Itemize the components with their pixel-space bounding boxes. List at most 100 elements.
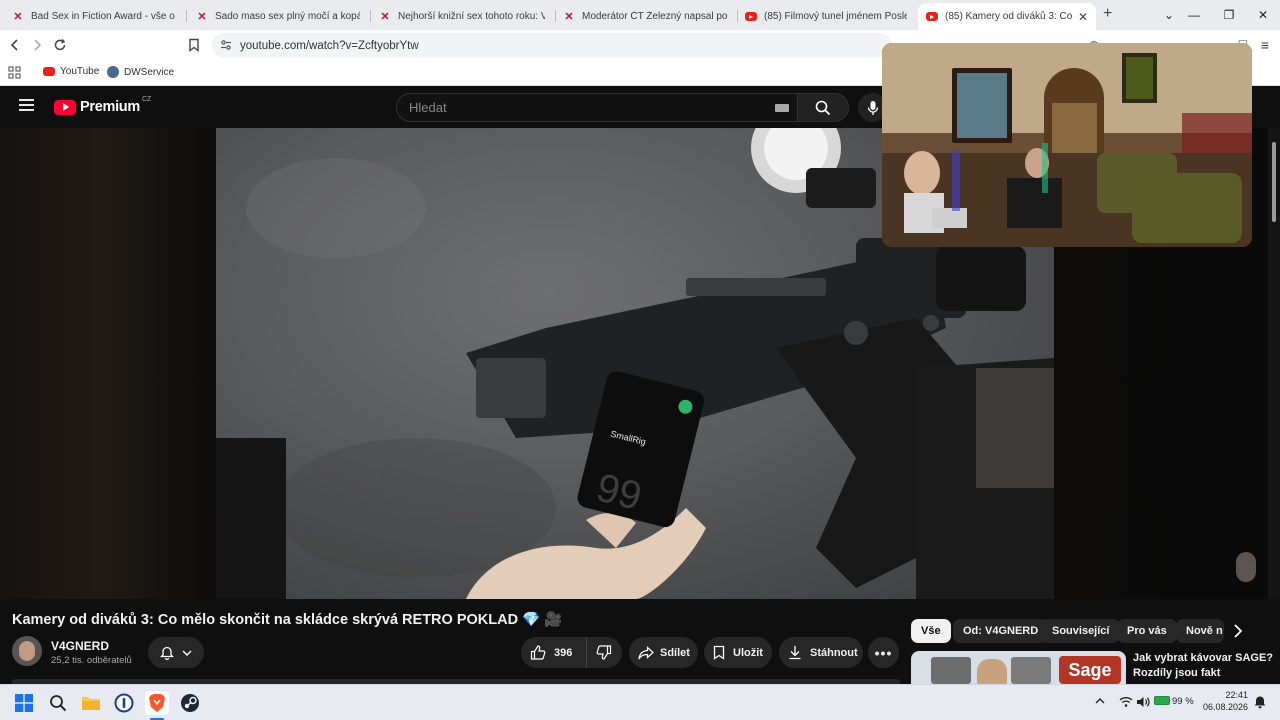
tab-title: Nejhorší knižní sex tohoto roku: Vyh bbox=[398, 11, 545, 22]
x-icon: ✕ bbox=[197, 11, 207, 23]
chevron-right-icon[interactable] bbox=[1226, 621, 1248, 646]
more-horizontal-icon: ••• bbox=[874, 644, 893, 661]
clock[interactable]: 22:41 06.08.2026 bbox=[1200, 689, 1248, 713]
wifi-icon[interactable] bbox=[1119, 695, 1133, 713]
keyboard-icon[interactable] bbox=[775, 104, 789, 112]
pip-video-content bbox=[882, 43, 1252, 247]
chip-new[interactable]: Nově n bbox=[1176, 619, 1224, 643]
windows-taskbar: 99 % 22:41 06.08.2026 bbox=[0, 684, 1280, 720]
tab-title: (85) Kamery od diváků 3: Co mě bbox=[945, 11, 1072, 22]
browser-tab-active[interactable]: (85) Kamery od diváků 3: Co mě ✕ bbox=[918, 3, 1096, 30]
chip-from-channel[interactable]: Od: V4GNERD bbox=[953, 619, 1049, 643]
minimize-icon[interactable]: — bbox=[1177, 0, 1211, 30]
region-label: CZ bbox=[141, 95, 152, 103]
save-button[interactable]: Uložit bbox=[704, 637, 772, 668]
file-explorer-icon[interactable] bbox=[79, 691, 103, 715]
site-settings-icon[interactable] bbox=[220, 39, 232, 54]
notification-bell-icon[interactable] bbox=[1253, 694, 1267, 714]
chevron-down-icon bbox=[182, 650, 192, 656]
tray-chevron-up-icon[interactable] bbox=[1094, 695, 1106, 709]
bell-icon bbox=[160, 646, 174, 660]
picture-in-picture-player[interactable] bbox=[882, 43, 1252, 247]
password-manager-icon[interactable] bbox=[112, 691, 136, 715]
browser-tab[interactable]: ✕ Sado maso sex plný močí a kopání d bbox=[188, 3, 368, 30]
recommendation-thumbnail[interactable]: Sage bbox=[911, 651, 1126, 684]
steam-icon[interactable] bbox=[178, 691, 202, 715]
recommendation-title[interactable]: Jak vybrat kávovar SAGE? Rozdíly jsou fa… bbox=[1133, 651, 1273, 681]
premium-label: Premium bbox=[80, 99, 140, 115]
microphone-icon bbox=[867, 100, 878, 115]
url-text: youtube.com/watch?v=ZcftyobrYtw bbox=[240, 39, 419, 52]
dislike-button[interactable] bbox=[587, 637, 621, 668]
browser-tab[interactable]: (85) Filmový tunel jménem Posledn bbox=[737, 3, 915, 30]
menu-icon[interactable]: ≡ bbox=[1254, 34, 1276, 56]
search-input[interactable]: Hledat bbox=[396, 93, 798, 122]
video-info: Kamery od diváků 3: Co mělo skončit na s… bbox=[0, 599, 1280, 684]
thumbs-down-icon bbox=[596, 645, 612, 660]
browser-tab[interactable]: ✕ Nejhorší knižní sex tohoto roku: Vyh bbox=[371, 3, 553, 30]
download-button[interactable]: Stáhnout bbox=[779, 637, 863, 668]
volume-icon[interactable] bbox=[1136, 695, 1150, 713]
thumbs-up-icon bbox=[530, 645, 546, 660]
download-label: Stáhnout bbox=[810, 646, 858, 659]
chip-for-you[interactable]: Pro vás bbox=[1117, 619, 1177, 643]
like-count: 396 bbox=[554, 646, 573, 659]
restore-icon[interactable]: ❐ bbox=[1212, 0, 1246, 30]
forward-icon[interactable] bbox=[26, 34, 48, 56]
search-button[interactable] bbox=[797, 93, 849, 122]
recommendation-title-line: Jak vybrat kávovar SAGE? bbox=[1133, 652, 1274, 664]
more-actions-button[interactable]: ••• bbox=[868, 637, 899, 668]
browser-tab-strip: ✕ Bad Sex in Fiction Award - vše o tém ✕… bbox=[0, 0, 1280, 30]
new-tab-button[interactable]: + bbox=[1103, 5, 1112, 23]
back-icon[interactable] bbox=[4, 34, 26, 56]
save-bookmark-icon bbox=[713, 645, 725, 660]
hamburger-menu-icon[interactable] bbox=[18, 98, 36, 117]
tab-title: Bad Sex in Fiction Award - vše o tém bbox=[31, 11, 176, 22]
brave-browser-icon[interactable] bbox=[145, 691, 169, 715]
tab-title: (85) Filmový tunel jménem Posledn bbox=[764, 11, 907, 22]
like-button[interactable]: 396 bbox=[521, 637, 587, 668]
channel-avatar[interactable] bbox=[12, 636, 42, 666]
reload-icon[interactable] bbox=[49, 34, 71, 56]
bookmark-label: DWService bbox=[124, 66, 175, 78]
close-icon[interactable]: ✕ bbox=[1072, 10, 1088, 24]
like-dislike-group: 396 bbox=[521, 637, 622, 668]
youtube-play-icon bbox=[54, 99, 76, 115]
bookmark-dwservice[interactable]: DWService bbox=[107, 66, 174, 78]
browser-tab[interactable]: ✕ Bad Sex in Fiction Award - vše o tém bbox=[4, 3, 184, 30]
battery-percentage: 99 % bbox=[1172, 696, 1194, 707]
windows-start-icon[interactable] bbox=[12, 691, 36, 715]
share-button[interactable]: Sdílet bbox=[629, 637, 698, 668]
thumbnail-brand-text: Sage bbox=[1059, 656, 1121, 684]
x-icon: ✕ bbox=[380, 11, 390, 23]
address-bar[interactable]: youtube.com/watch?v=ZcftyobrYtw bbox=[212, 33, 892, 58]
subscriber-count: 25,2 tis. odběratelů bbox=[51, 655, 132, 666]
youtube-icon bbox=[745, 12, 757, 21]
clock-time: 22:41 bbox=[1225, 690, 1248, 700]
dwservice-icon bbox=[107, 66, 119, 78]
channel-name[interactable]: V4GNERD bbox=[51, 639, 109, 653]
subscription-bell-button[interactable] bbox=[148, 637, 204, 668]
video-title: Kamery od diváků 3: Co mělo skončit na s… bbox=[12, 612, 563, 628]
bookmark-label: YouTube bbox=[60, 66, 100, 77]
bookmark-icon[interactable] bbox=[183, 34, 205, 56]
youtube-icon bbox=[926, 12, 938, 21]
x-icon: ✕ bbox=[13, 11, 23, 23]
youtube-logo[interactable]: Premium CZ bbox=[54, 95, 152, 115]
x-icon: ✕ bbox=[564, 11, 574, 23]
chip-related[interactable]: Související bbox=[1042, 619, 1120, 643]
clock-date: 06.08.2026 bbox=[1202, 702, 1248, 712]
youtube-icon bbox=[43, 67, 55, 76]
apps-grid-icon[interactable] bbox=[8, 66, 21, 79]
search-icon[interactable] bbox=[46, 691, 70, 715]
browser-tab[interactable]: ✕ Moderátor ČT Železný napsal podiv bbox=[555, 3, 735, 30]
download-icon bbox=[789, 646, 801, 660]
chip-all[interactable]: Vše bbox=[911, 619, 951, 643]
battery-icon[interactable] bbox=[1154, 696, 1170, 705]
scrollbar[interactable] bbox=[1268, 128, 1280, 599]
bookmark-youtube[interactable]: YouTube bbox=[43, 66, 99, 77]
avatar[interactable] bbox=[1236, 552, 1256, 582]
search-icon bbox=[815, 100, 831, 115]
search-placeholder: Hledat bbox=[409, 100, 447, 115]
window-close-icon[interactable]: ✕ bbox=[1246, 0, 1280, 30]
